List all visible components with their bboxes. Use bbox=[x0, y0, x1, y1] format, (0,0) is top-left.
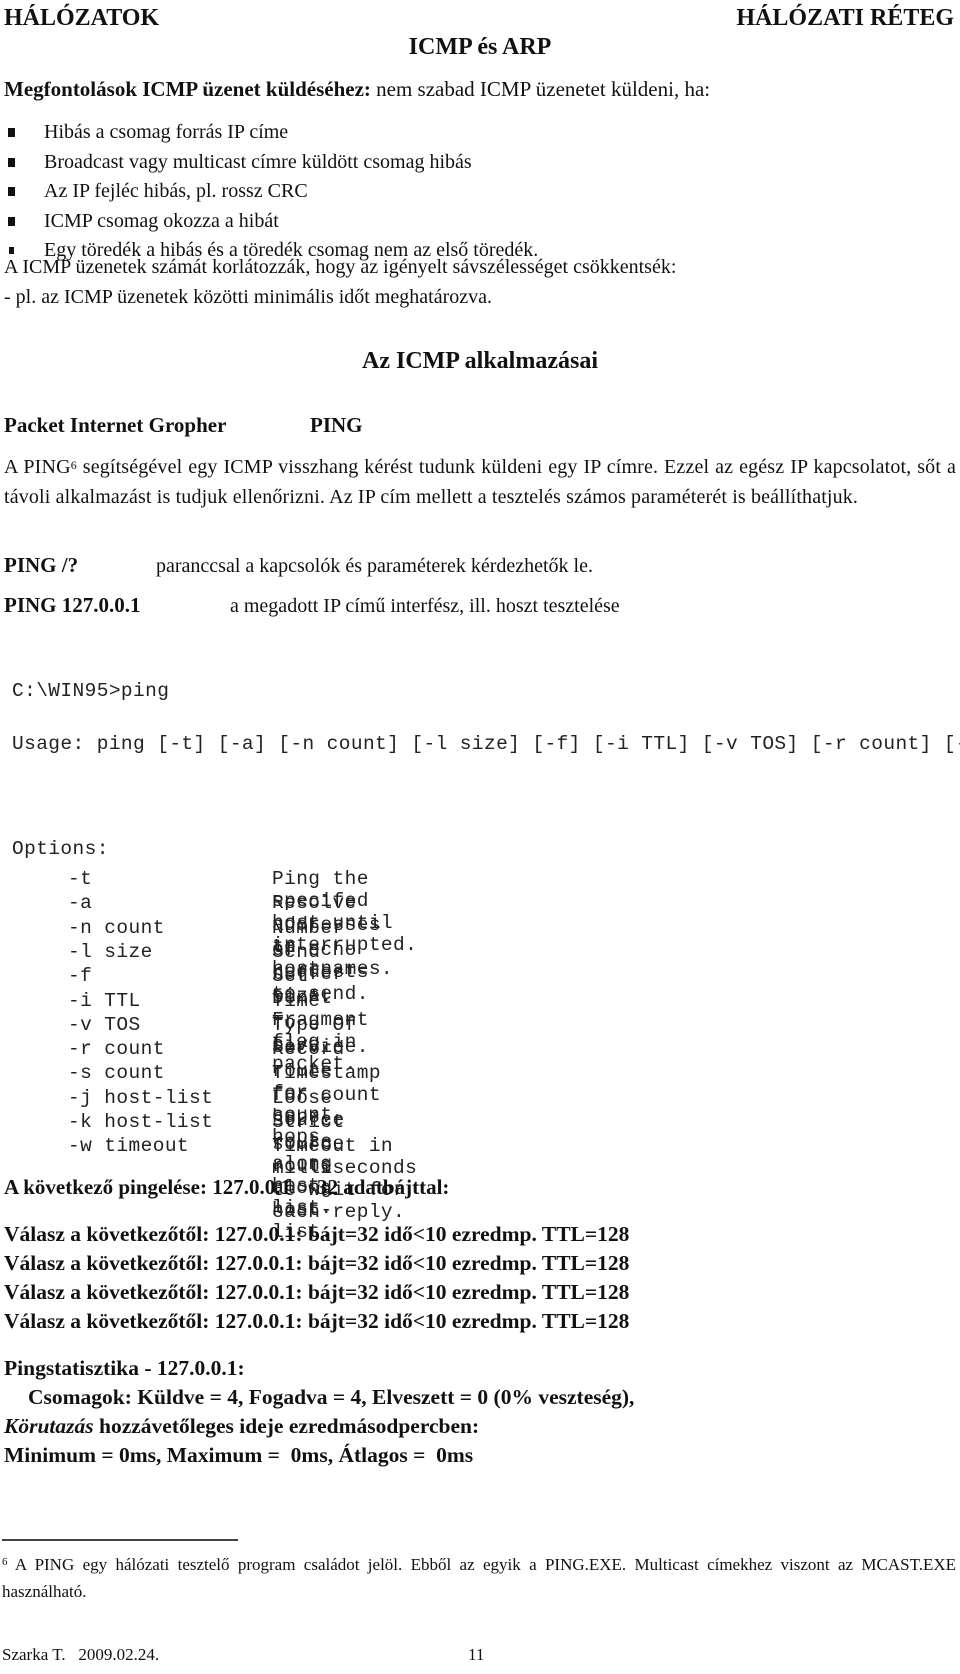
considerations-bullet-list: Hibás a csomag forrás IP címe Broadcast … bbox=[4, 118, 538, 266]
considerations-lead-bold: Megfontolások ICMP üzenet küldéséhez: bbox=[4, 77, 371, 101]
usage-line: [-r count] [-s count] [[-j host-list] | … bbox=[810, 733, 960, 755]
option-flag: -r count bbox=[68, 1038, 165, 1061]
page-number: 11 bbox=[468, 1645, 485, 1664]
command-desc: a megadott IP című interfész, ill. hoszt… bbox=[230, 595, 620, 617]
header-left: HÁLÓZATOK bbox=[4, 5, 160, 31]
list-item: Broadcast vagy multicast címre küldött c… bbox=[4, 148, 538, 178]
page-title: ICMP és ARP bbox=[408, 34, 552, 60]
stats-packets: Csomagok: Küldve = 4, Fogadva = 4, Elves… bbox=[28, 1385, 635, 1409]
stats-rtt-label: Körutazás hozzávetőleges ideje ezredmáso… bbox=[4, 1414, 479, 1439]
stats-title: Pingstatisztika - 127.0.0.1: bbox=[4, 1356, 245, 1380]
stats-rtt-values: Minimum = 0ms, Maximum = 0ms, Átlagos = … bbox=[4, 1443, 474, 1467]
rtt-rest: hozzávetőleges ideje ezredmásodpercben: bbox=[93, 1414, 480, 1438]
reply-line: Válasz a következőtől: 127.0.0.1: bájt=3… bbox=[4, 1280, 630, 1304]
option-flag: -t bbox=[68, 868, 93, 890]
command-name: PING /? bbox=[4, 553, 79, 577]
ping-paragraph-body: segítségével egy ICMP visszhang kérést t… bbox=[4, 456, 956, 508]
header-right: HÁLÓZATI RÉTEG bbox=[736, 5, 954, 31]
bullet-square-icon bbox=[8, 187, 15, 197]
ping-intro-target: A következő pingelése: 127.0.0.1 bbox=[4, 1175, 291, 1199]
list-item: Hibás a csomag forrás IP címe bbox=[4, 118, 538, 148]
command-desc: paranccsal a kapcsolók és paraméterek ké… bbox=[156, 555, 593, 577]
reply-line: Válasz a következőtől: 127.0.0.1: bájt=3… bbox=[4, 1222, 630, 1246]
option-flag: -j host-list bbox=[68, 1086, 214, 1109]
footnote-separator bbox=[2, 1539, 238, 1541]
option-flag: -n count bbox=[68, 916, 165, 939]
option-flag: -a bbox=[68, 892, 93, 915]
command-name: PING 127.0.0.1 bbox=[4, 593, 141, 617]
options-label: Options: bbox=[12, 838, 109, 860]
ping-paragraph: A PING6 segítségével egy ICMP visszhang … bbox=[4, 452, 956, 512]
option-flag: -k host-list bbox=[68, 1111, 214, 1133]
bullet-square-icon bbox=[8, 216, 15, 226]
terminal-prompt: C:\WIN95>ping bbox=[12, 680, 170, 702]
option-flag: -l size bbox=[68, 940, 153, 963]
considerations-lead-rest: nem szabad ICMP üzenetet küldeni, ha: bbox=[370, 77, 711, 101]
option-flag: -w timeout bbox=[68, 1135, 190, 1158]
footnote-ref[interactable]: 6 bbox=[71, 458, 77, 472]
considerations-lead: Megfontolások ICMP üzenet küldéséhez: ne… bbox=[4, 77, 710, 102]
ping-paragraph-start: A PING bbox=[4, 456, 71, 478]
usage-line: Usage: ping [-t] [-a] [-n count] [-l siz… bbox=[12, 733, 799, 755]
option-flag: -f bbox=[68, 965, 93, 988]
option-flag: -s count bbox=[68, 1062, 165, 1085]
list-item-text: Broadcast vagy multicast címre küldött c… bbox=[44, 150, 472, 173]
bullet-square-icon bbox=[8, 128, 15, 138]
list-item-text: ICMP csomag okozza a hibát bbox=[44, 209, 279, 232]
section-title: Az ICMP alkalmazásai bbox=[362, 348, 598, 374]
reply-line: Válasz a következőtől: 127.0.0.1: bájt=3… bbox=[4, 1251, 630, 1275]
rate-limit-note: A ICMP üzenetek számát korlátozzák, hogy… bbox=[4, 256, 677, 278]
rate-limit-example: - pl. az ICMP üzenetek közötti minimális… bbox=[4, 286, 493, 308]
footer-author-date: Szarka T. 2009.02.24. bbox=[2, 1645, 160, 1664]
rtt-italic: Körutazás bbox=[4, 1414, 94, 1438]
ping-intro-size: 32 adatbájttal: bbox=[316, 1175, 450, 1199]
footnote-mark: 6 bbox=[2, 1556, 8, 1568]
list-item-text: Az IP fejléc hibás, pl. rossz CRC bbox=[44, 180, 308, 203]
command-row: PING 127.0.0.1 a megadott IP című interfé… bbox=[4, 593, 620, 618]
list-item-text: Hibás a csomag forrás IP címe bbox=[44, 121, 289, 144]
acronym: PING bbox=[310, 413, 363, 437]
bullet-square-icon bbox=[9, 247, 14, 255]
ping-intro: A következő pingelése: 127.0.0.1 32 adatb… bbox=[4, 1175, 449, 1200]
acronym-full: Packet Internet Gropher bbox=[4, 413, 227, 437]
terminal-usage: Usage: ping [-t] [-a] [-n count] [-l siz… bbox=[12, 732, 960, 756]
list-item: ICMP csomag okozza a hibát bbox=[4, 207, 538, 237]
option-flag: -i TTL bbox=[68, 989, 141, 1012]
footnote: 6 A PING egy hálózati tesztelő program c… bbox=[2, 1551, 956, 1605]
bullet-square-icon bbox=[8, 157, 15, 167]
reply-line: Válasz a következőtől: 127.0.0.1: bájt=3… bbox=[4, 1309, 630, 1333]
list-item: Az IP fejléc hibás, pl. rossz CRC bbox=[4, 177, 538, 207]
option-flag: -v TOS bbox=[68, 1013, 141, 1036]
command-row: PING /? paranccsal a kapcsolók és paramét… bbox=[4, 553, 593, 578]
footnote-text: A PING egy hálózati tesztelő program csa… bbox=[2, 1555, 956, 1601]
